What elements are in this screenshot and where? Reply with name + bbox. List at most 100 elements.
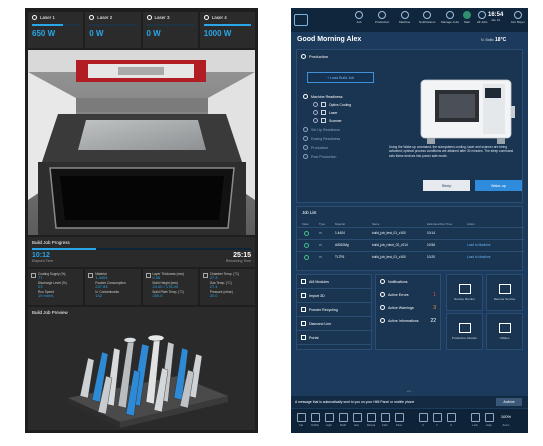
job-action-link[interactable]: Load to Machine [467, 243, 491, 247]
lock-icon[interactable] [471, 413, 480, 422]
job-type-icon: ▭ [319, 255, 323, 259]
job-row[interactable]: ▭ AlSi10Mg build_job_robot_02_v214 10:56… [297, 239, 524, 250]
notification-warnings[interactable]: Active Warnings 3 [376, 301, 440, 314]
step-indicator-icon [303, 136, 308, 141]
notifications-header: Notifications [376, 275, 440, 288]
nav-job[interactable]: Job [355, 11, 363, 24]
job-row[interactable]: ▭ 1.4404 build_job_test_01_v100 10:14 [297, 227, 524, 238]
bell-icon [423, 11, 432, 19]
layer-icon [145, 273, 151, 278]
nav-manage-jobs[interactable]: Manage Jobs [441, 11, 459, 24]
chevron-up-icon[interactable]: ︿ [399, 389, 419, 395]
notification-count: 1 [433, 291, 436, 298]
archive-button[interactable]: Archive [496, 398, 522, 406]
production-card: Production + Load Build Job Machine Read… [296, 49, 523, 203]
thermometer-icon [202, 273, 208, 278]
nav-user[interactable]: Kim Bayer [511, 11, 525, 24]
step-dosing-readiness[interactable]: Dosing Readiness [303, 136, 340, 141]
nav-start[interactable]: Start [463, 11, 471, 24]
tile-label: Service Monitor [454, 297, 475, 301]
production-icon [301, 54, 306, 59]
build-job-preview[interactable]: Build Job Preview [28, 307, 255, 430]
chart-icon [458, 323, 471, 333]
step-label: Production [311, 145, 329, 150]
laser-power-fill [32, 24, 63, 26]
top-navigation-bar: Job Production Machine Notifications Man… [291, 8, 528, 32]
tile-production-monitor[interactable]: Production Monitor [446, 313, 483, 350]
modules-title: AM Modules [309, 279, 329, 284]
wakeup-button[interactable]: Wake-up [475, 180, 522, 191]
job-runtime: 10:56 [427, 243, 435, 247]
help-icon[interactable] [485, 413, 494, 422]
tile-utilities[interactable]: Utilities [486, 313, 523, 350]
notification-errors[interactable]: Active Errors 1 [376, 288, 440, 301]
step-indicator-icon [303, 94, 308, 99]
message-toast: A message that is automatically sent to … [291, 396, 528, 408]
laser-label: Laser 1 [40, 15, 56, 20]
recoat-icon[interactable] [367, 413, 376, 422]
y-axis-icon[interactable] [433, 413, 442, 422]
module-powder-recycling[interactable]: Powder Recycling [297, 303, 371, 317]
job-row[interactable]: ▭ Ti-TF6 build_job_test_01_v100 10:20 Lo… [297, 251, 524, 262]
module-diamond-line[interactable]: Diamond Line [297, 317, 371, 331]
tile-service-monitor[interactable]: Service Monitor [446, 274, 483, 311]
production-title: Production [309, 54, 329, 59]
calibration-icon[interactable] [297, 413, 306, 422]
laser-power-value: 650 W [32, 29, 56, 38]
job-name: build_job_test_01_v100 [372, 231, 406, 235]
import-icon [301, 293, 306, 298]
step-production[interactable]: Production [303, 145, 328, 150]
module-portal[interactable]: Portal [297, 331, 371, 345]
job-list-card: Job List State Type Material Name Estima… [296, 206, 524, 271]
nav-notifications[interactable]: Notifications [419, 11, 435, 24]
laser-icon [32, 15, 37, 20]
toast-text: A message that is automatically sent to … [295, 400, 415, 404]
laser-card-2[interactable]: Laser 2 0 W [85, 12, 141, 48]
toolbar-label: Lock [472, 424, 478, 427]
stat-value: 142 [95, 293, 102, 299]
load-build-job-button[interactable]: + Load Build Job [307, 72, 374, 83]
app-logo-icon[interactable] [294, 14, 308, 26]
job-state-icon [304, 231, 309, 236]
laser-power-fill [203, 24, 251, 26]
machine-monitor-panel: Laser 1 650 W Laser 2 0 W Laser 3 0 W La… [25, 8, 258, 433]
step-machine-readiness[interactable]: Machine Readiness [303, 94, 343, 99]
laser-icon [89, 15, 95, 20]
laser-card-1[interactable]: Laser 1 650 W [28, 12, 84, 48]
nav-all-jobs[interactable]: All Jobs [477, 11, 488, 24]
laser-card-3[interactable]: Laser 3 0 W [142, 12, 198, 48]
notifications-card: Notifications Active Errors 1 Active Warn… [375, 274, 441, 350]
module-label: Import 3D [309, 293, 325, 298]
x-axis-icon[interactable] [419, 413, 428, 422]
nav-production[interactable]: Production [375, 11, 389, 24]
panorama-icon[interactable] [395, 413, 404, 422]
laser-power-value: 0 W [146, 29, 161, 38]
home-icon [463, 11, 471, 19]
ready-icon[interactable] [311, 413, 320, 422]
step-post-production[interactable]: Post Production [303, 154, 336, 159]
z-axis-icon[interactable] [447, 413, 456, 422]
bottom-toolbar: Cal M.Rdy Light Build Exp. Recoat Filter… [291, 409, 528, 433]
sleep-button[interactable]: Sleep [423, 180, 470, 191]
recycle-icon [301, 307, 306, 312]
column-header: Name [372, 222, 380, 226]
nav-machine[interactable]: Machine [399, 11, 410, 24]
laser-power-bar [146, 24, 194, 26]
build-icon[interactable] [339, 413, 348, 422]
job-action-link[interactable]: Load to Machine [467, 255, 491, 259]
filter-icon[interactable] [381, 413, 390, 422]
notification-infos[interactable]: Active Informations 22 [376, 314, 440, 327]
laser-card-4[interactable]: Laser 4 1000 W [199, 12, 255, 48]
notification-count: 3 [433, 304, 436, 311]
step-setup-readiness[interactable]: Set Up Readiness [303, 127, 340, 132]
notifications-title: Notifications [388, 279, 408, 284]
tile-remote-service[interactable]: Remote Service [486, 274, 523, 311]
module-import-3d[interactable]: Import 3D [297, 289, 371, 303]
clock: 16:54 Jan 12 [488, 12, 503, 22]
column-header: Material [335, 222, 345, 226]
light-icon[interactable] [325, 413, 334, 422]
exposure-icon[interactable] [353, 413, 362, 422]
zoom-level[interactable]: 100% [499, 414, 513, 419]
production-icon [378, 11, 387, 19]
laser-label: Laser 3 [154, 15, 170, 20]
